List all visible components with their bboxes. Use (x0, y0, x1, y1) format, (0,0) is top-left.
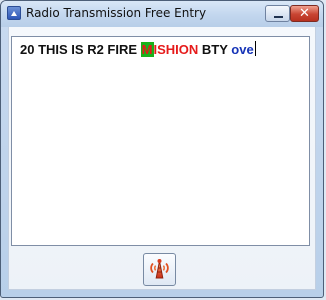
app-icon (7, 6, 21, 20)
message-text-area[interactable]: 20 THIS IS R2 FIRE MISHION BTY ove (11, 36, 310, 246)
misspelled-word-remainder: ISHION (153, 42, 199, 57)
highlighted-character: M (140, 42, 154, 57)
minimize-button[interactable] (265, 5, 290, 22)
message-line: 20 THIS IS R2 FIRE MISHION BTY ove (20, 41, 256, 58)
transmit-button[interactable] (143, 253, 176, 286)
message-segment-prefix: 20 THIS IS R2 FIRE (20, 42, 141, 57)
minimize-icon (274, 16, 283, 18)
title-bar: Radio Transmission Free Entry ✕ (1, 1, 323, 27)
radio-tower-icon (150, 259, 169, 279)
radio-transmission-window: Radio Transmission Free Entry ✕ 20 THIS … (0, 0, 324, 298)
close-button[interactable]: ✕ (290, 5, 319, 22)
close-icon: ✕ (299, 6, 310, 21)
message-segment-blue: ove (231, 42, 254, 57)
window-title: Radio Transmission Free Entry (26, 6, 207, 20)
message-segment-middle: BTY (198, 42, 232, 57)
text-caret (254, 41, 256, 56)
